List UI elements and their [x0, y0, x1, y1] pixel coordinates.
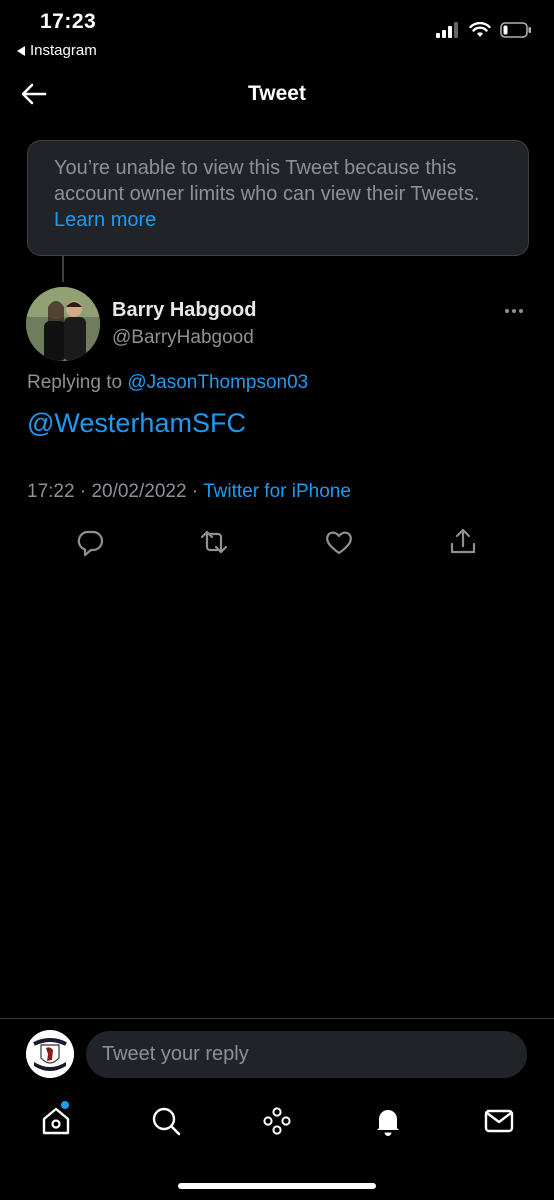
author-handle[interactable]: @BarryHabgood	[112, 327, 254, 349]
tweet-reply-input[interactable]	[86, 1031, 527, 1078]
reply-icon[interactable]	[74, 526, 106, 558]
tweet-meta: 17:22 · 20/02/2022 · Twitter for iPhone	[27, 481, 351, 503]
share-icon[interactable]	[447, 526, 479, 558]
back-triangle-icon	[17, 45, 25, 56]
home-unread-badge	[61, 1101, 69, 1109]
replying-to-handle[interactable]: @JasonThompson03	[127, 372, 308, 393]
reply-bar-divider	[0, 1018, 554, 1019]
page-title: Tweet	[248, 82, 306, 105]
status-time: 17:23	[40, 10, 97, 33]
unavailable-tweet-notice: You’re unable to view this Tweet because…	[27, 140, 529, 256]
tweet-time: 17:22	[27, 481, 75, 502]
meta-separator: ·	[191, 481, 199, 502]
club-crest-icon	[26, 1030, 74, 1078]
tweet-date: 20/02/2022	[91, 481, 187, 502]
author-name[interactable]: Barry Habgood	[112, 299, 256, 322]
retweet-icon[interactable]	[198, 526, 230, 558]
battery-icon	[500, 22, 531, 38]
thread-connector-line	[62, 256, 64, 282]
back-to-app-link[interactable]: Instagram	[17, 42, 97, 59]
like-icon[interactable]	[323, 526, 355, 558]
meta-separator: ·	[79, 481, 87, 502]
wifi-icon	[469, 22, 491, 37]
my-avatar[interactable]	[26, 1030, 74, 1078]
tweet-source[interactable]: Twitter for iPhone	[203, 481, 351, 502]
tweet-text[interactable]: @WesterhamSFC	[27, 408, 246, 439]
search-icon[interactable]	[148, 1103, 184, 1139]
avatar-photo	[26, 287, 100, 361]
status-icons	[436, 22, 532, 38]
notifications-icon[interactable]	[370, 1103, 406, 1139]
messages-icon[interactable]	[481, 1103, 517, 1139]
cellular-signal-icon	[436, 22, 458, 38]
more-options-icon[interactable]	[503, 300, 525, 322]
home-indicator[interactable]	[178, 1183, 376, 1189]
back-app-label: Instagram	[30, 42, 97, 59]
replying-to-line: Replying to @JasonThompson03	[27, 372, 308, 394]
learn-more-link[interactable]: Learn more	[54, 209, 156, 231]
spaces-icon[interactable]	[259, 1103, 295, 1139]
home-icon[interactable]	[38, 1103, 74, 1139]
notice-text: You’re unable to view this Tweet because…	[54, 157, 480, 205]
author-avatar[interactable]	[26, 287, 100, 361]
replying-prefix: Replying to	[27, 372, 123, 393]
